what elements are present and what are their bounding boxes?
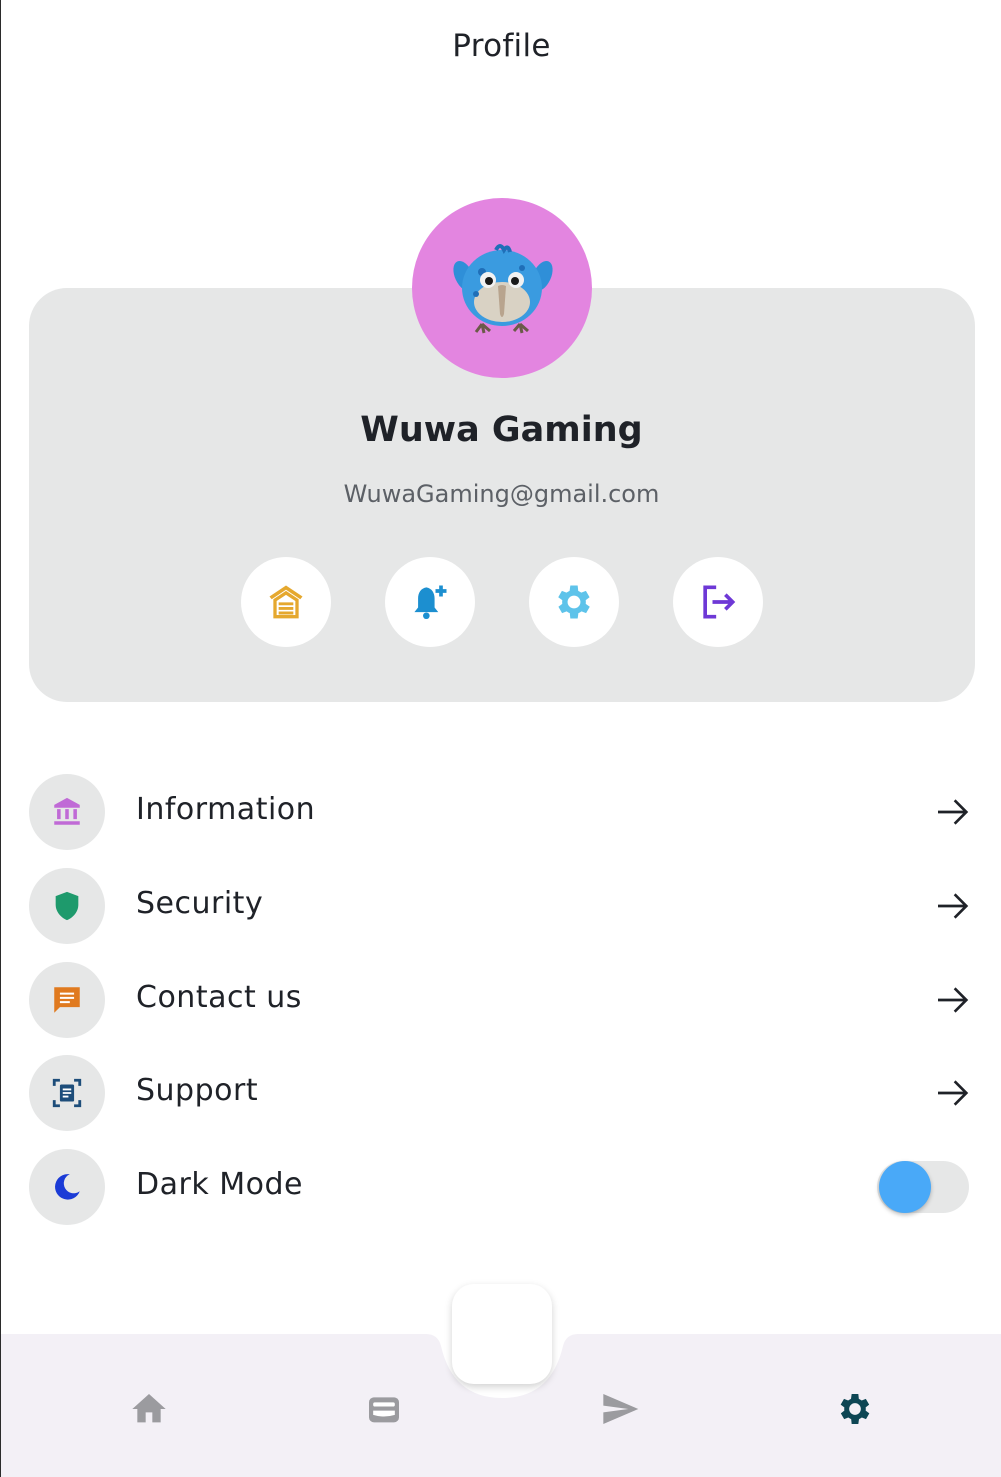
bell-add-icon (414, 585, 447, 620)
center-action-button[interactable] (452, 1284, 552, 1384)
menu-icon-circle (29, 1055, 105, 1131)
menu-item-label: Support (136, 1073, 259, 1108)
home-icon (269, 585, 303, 619)
menu-icon-circle (29, 1149, 105, 1225)
arrow-right-icon (938, 1080, 969, 1106)
menu-item-support[interactable]: Support (29, 1055, 975, 1131)
menu-icon-circle (29, 774, 105, 850)
wallet-icon (369, 1397, 399, 1423)
page-title: Profile (452, 28, 551, 64)
document-scan-icon (52, 1078, 82, 1108)
menu-item-information[interactable]: Information (29, 774, 975, 850)
gear-icon (558, 585, 590, 619)
nav-settings[interactable] (830, 1384, 880, 1434)
nav-wallet[interactable] (359, 1384, 409, 1434)
menu-item-security[interactable]: Security (29, 868, 975, 944)
shield-icon (55, 891, 79, 921)
arrow-right-icon (938, 893, 969, 919)
dark-mode-toggle[interactable] (877, 1158, 969, 1216)
menu-item-label: Security (136, 886, 264, 921)
bank-icon (54, 797, 80, 825)
logout-button[interactable] (673, 557, 763, 647)
menu-item-label: Information (136, 792, 316, 827)
add-notification-button[interactable] (385, 557, 475, 647)
logout-icon (703, 585, 736, 619)
arrow-right-icon (938, 987, 969, 1013)
avatar (412, 198, 592, 378)
bird-plush-image (453, 244, 553, 334)
menu-item-label: Contact us (136, 980, 302, 1015)
message-icon (54, 987, 80, 1013)
arrow-right-icon (938, 799, 969, 825)
nav-send[interactable] (595, 1384, 645, 1434)
gear-icon (840, 1394, 870, 1424)
nav-home[interactable] (124, 1384, 174, 1434)
menu-item-label: Dark Mode (136, 1167, 303, 1202)
menu-icon-circle (29, 962, 105, 1038)
menu-item-contact-us[interactable]: Contact us (29, 962, 975, 1038)
menu-icon-circle (29, 868, 105, 944)
user-email: WuwaGaming@gmail.com (343, 480, 660, 508)
user-name: Wuwa Gaming (360, 410, 643, 450)
app-screen: Profile Wuwa Gaming WuwaGaming@gmail.com… (0, 0, 1001, 1477)
home-button[interactable] (241, 557, 331, 647)
settings-button[interactable] (529, 557, 619, 647)
toggle-knob (879, 1161, 931, 1213)
moon-icon (55, 1174, 80, 1200)
menu-item-dark-mode: Dark Mode (29, 1149, 975, 1225)
home-icon (132, 1394, 166, 1423)
send-icon (603, 1394, 639, 1424)
